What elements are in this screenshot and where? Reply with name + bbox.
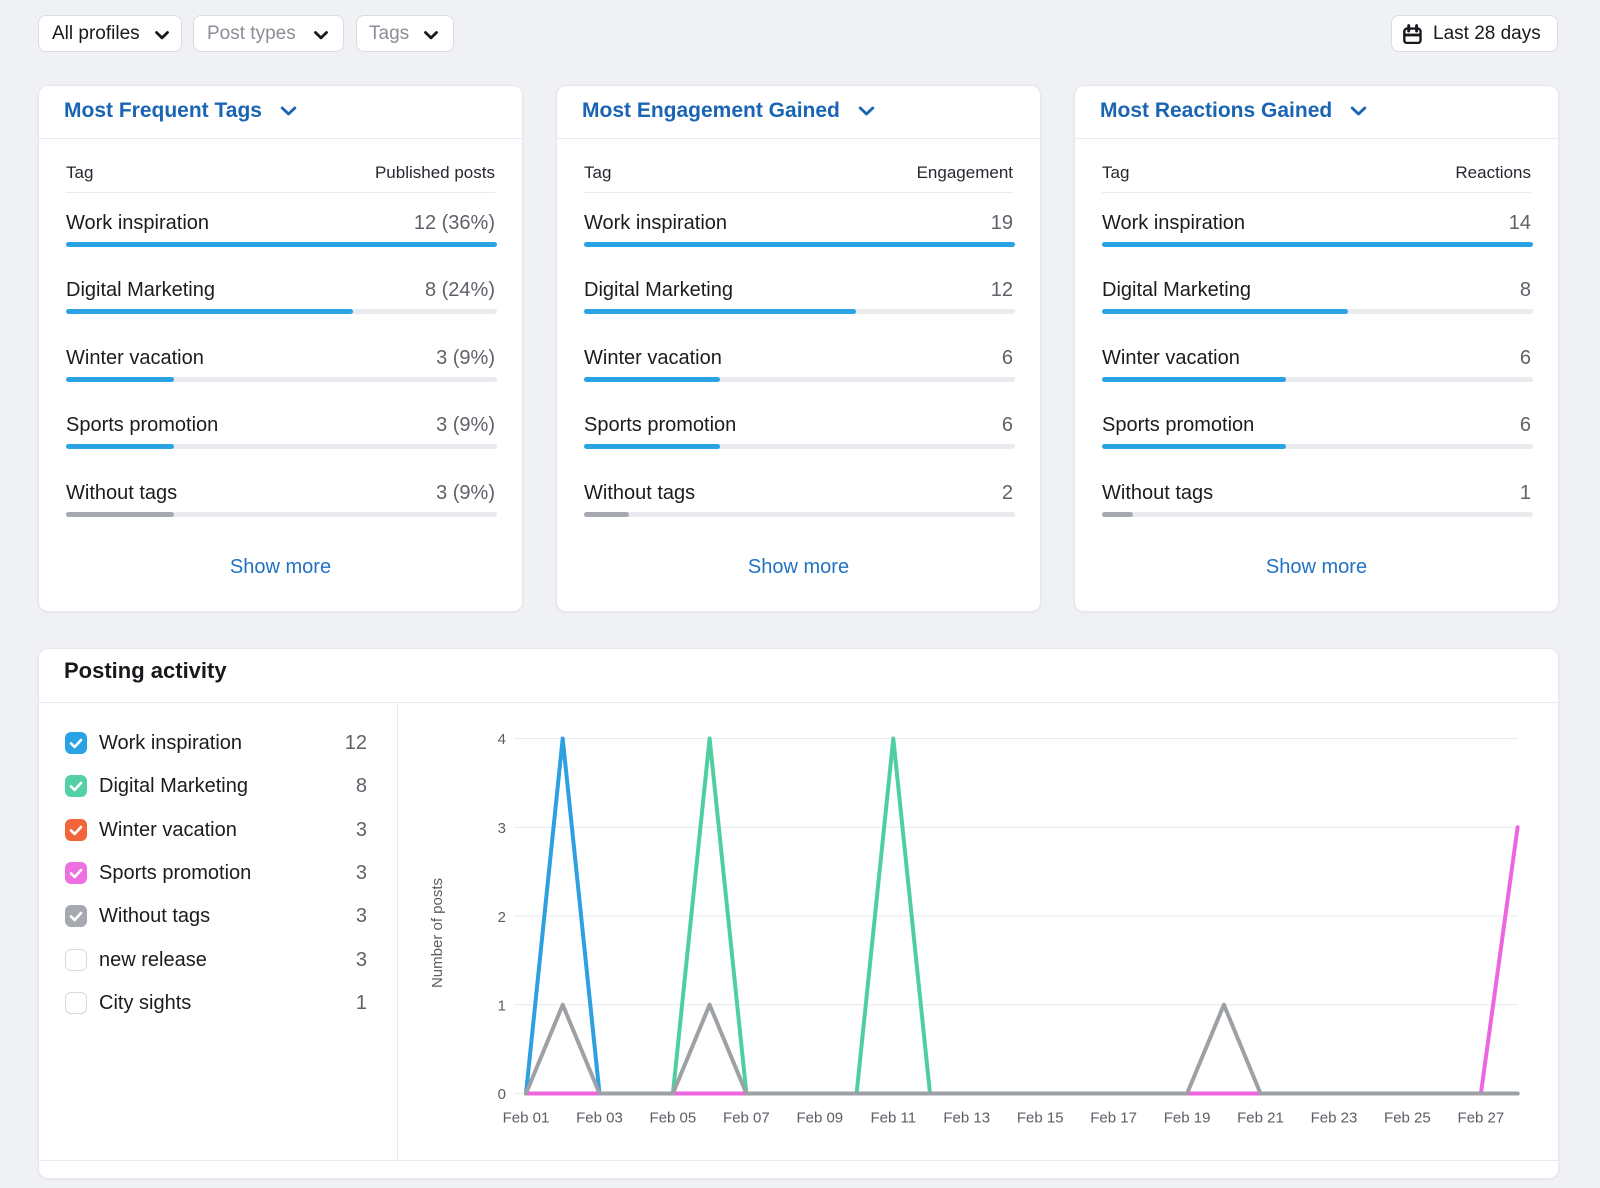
svg-text:Number of posts: Number of posts [429, 878, 446, 988]
svg-text:Feb 17: Feb 17 [1090, 1110, 1137, 1127]
svg-text:Feb 19: Feb 19 [1164, 1110, 1211, 1127]
svg-text:Feb 27: Feb 27 [1458, 1110, 1505, 1127]
svg-text:Feb 01: Feb 01 [503, 1110, 550, 1127]
svg-text:3: 3 [498, 820, 506, 837]
svg-text:0: 0 [498, 1086, 506, 1103]
svg-text:Feb 23: Feb 23 [1311, 1110, 1358, 1127]
svg-text:Feb 25: Feb 25 [1384, 1110, 1431, 1127]
svg-text:Feb 15: Feb 15 [1017, 1110, 1064, 1127]
svg-text:Feb 09: Feb 09 [796, 1110, 843, 1127]
svg-text:4: 4 [498, 731, 506, 748]
svg-text:Feb 11: Feb 11 [871, 1110, 917, 1127]
svg-text:Feb 13: Feb 13 [943, 1110, 990, 1127]
svg-text:Feb 21: Feb 21 [1237, 1110, 1284, 1127]
svg-text:Feb 03: Feb 03 [576, 1110, 623, 1127]
svg-text:Feb 07: Feb 07 [723, 1110, 770, 1127]
svg-text:Feb 05: Feb 05 [650, 1110, 697, 1127]
svg-text:2: 2 [498, 909, 506, 926]
svg-text:1: 1 [498, 998, 506, 1015]
